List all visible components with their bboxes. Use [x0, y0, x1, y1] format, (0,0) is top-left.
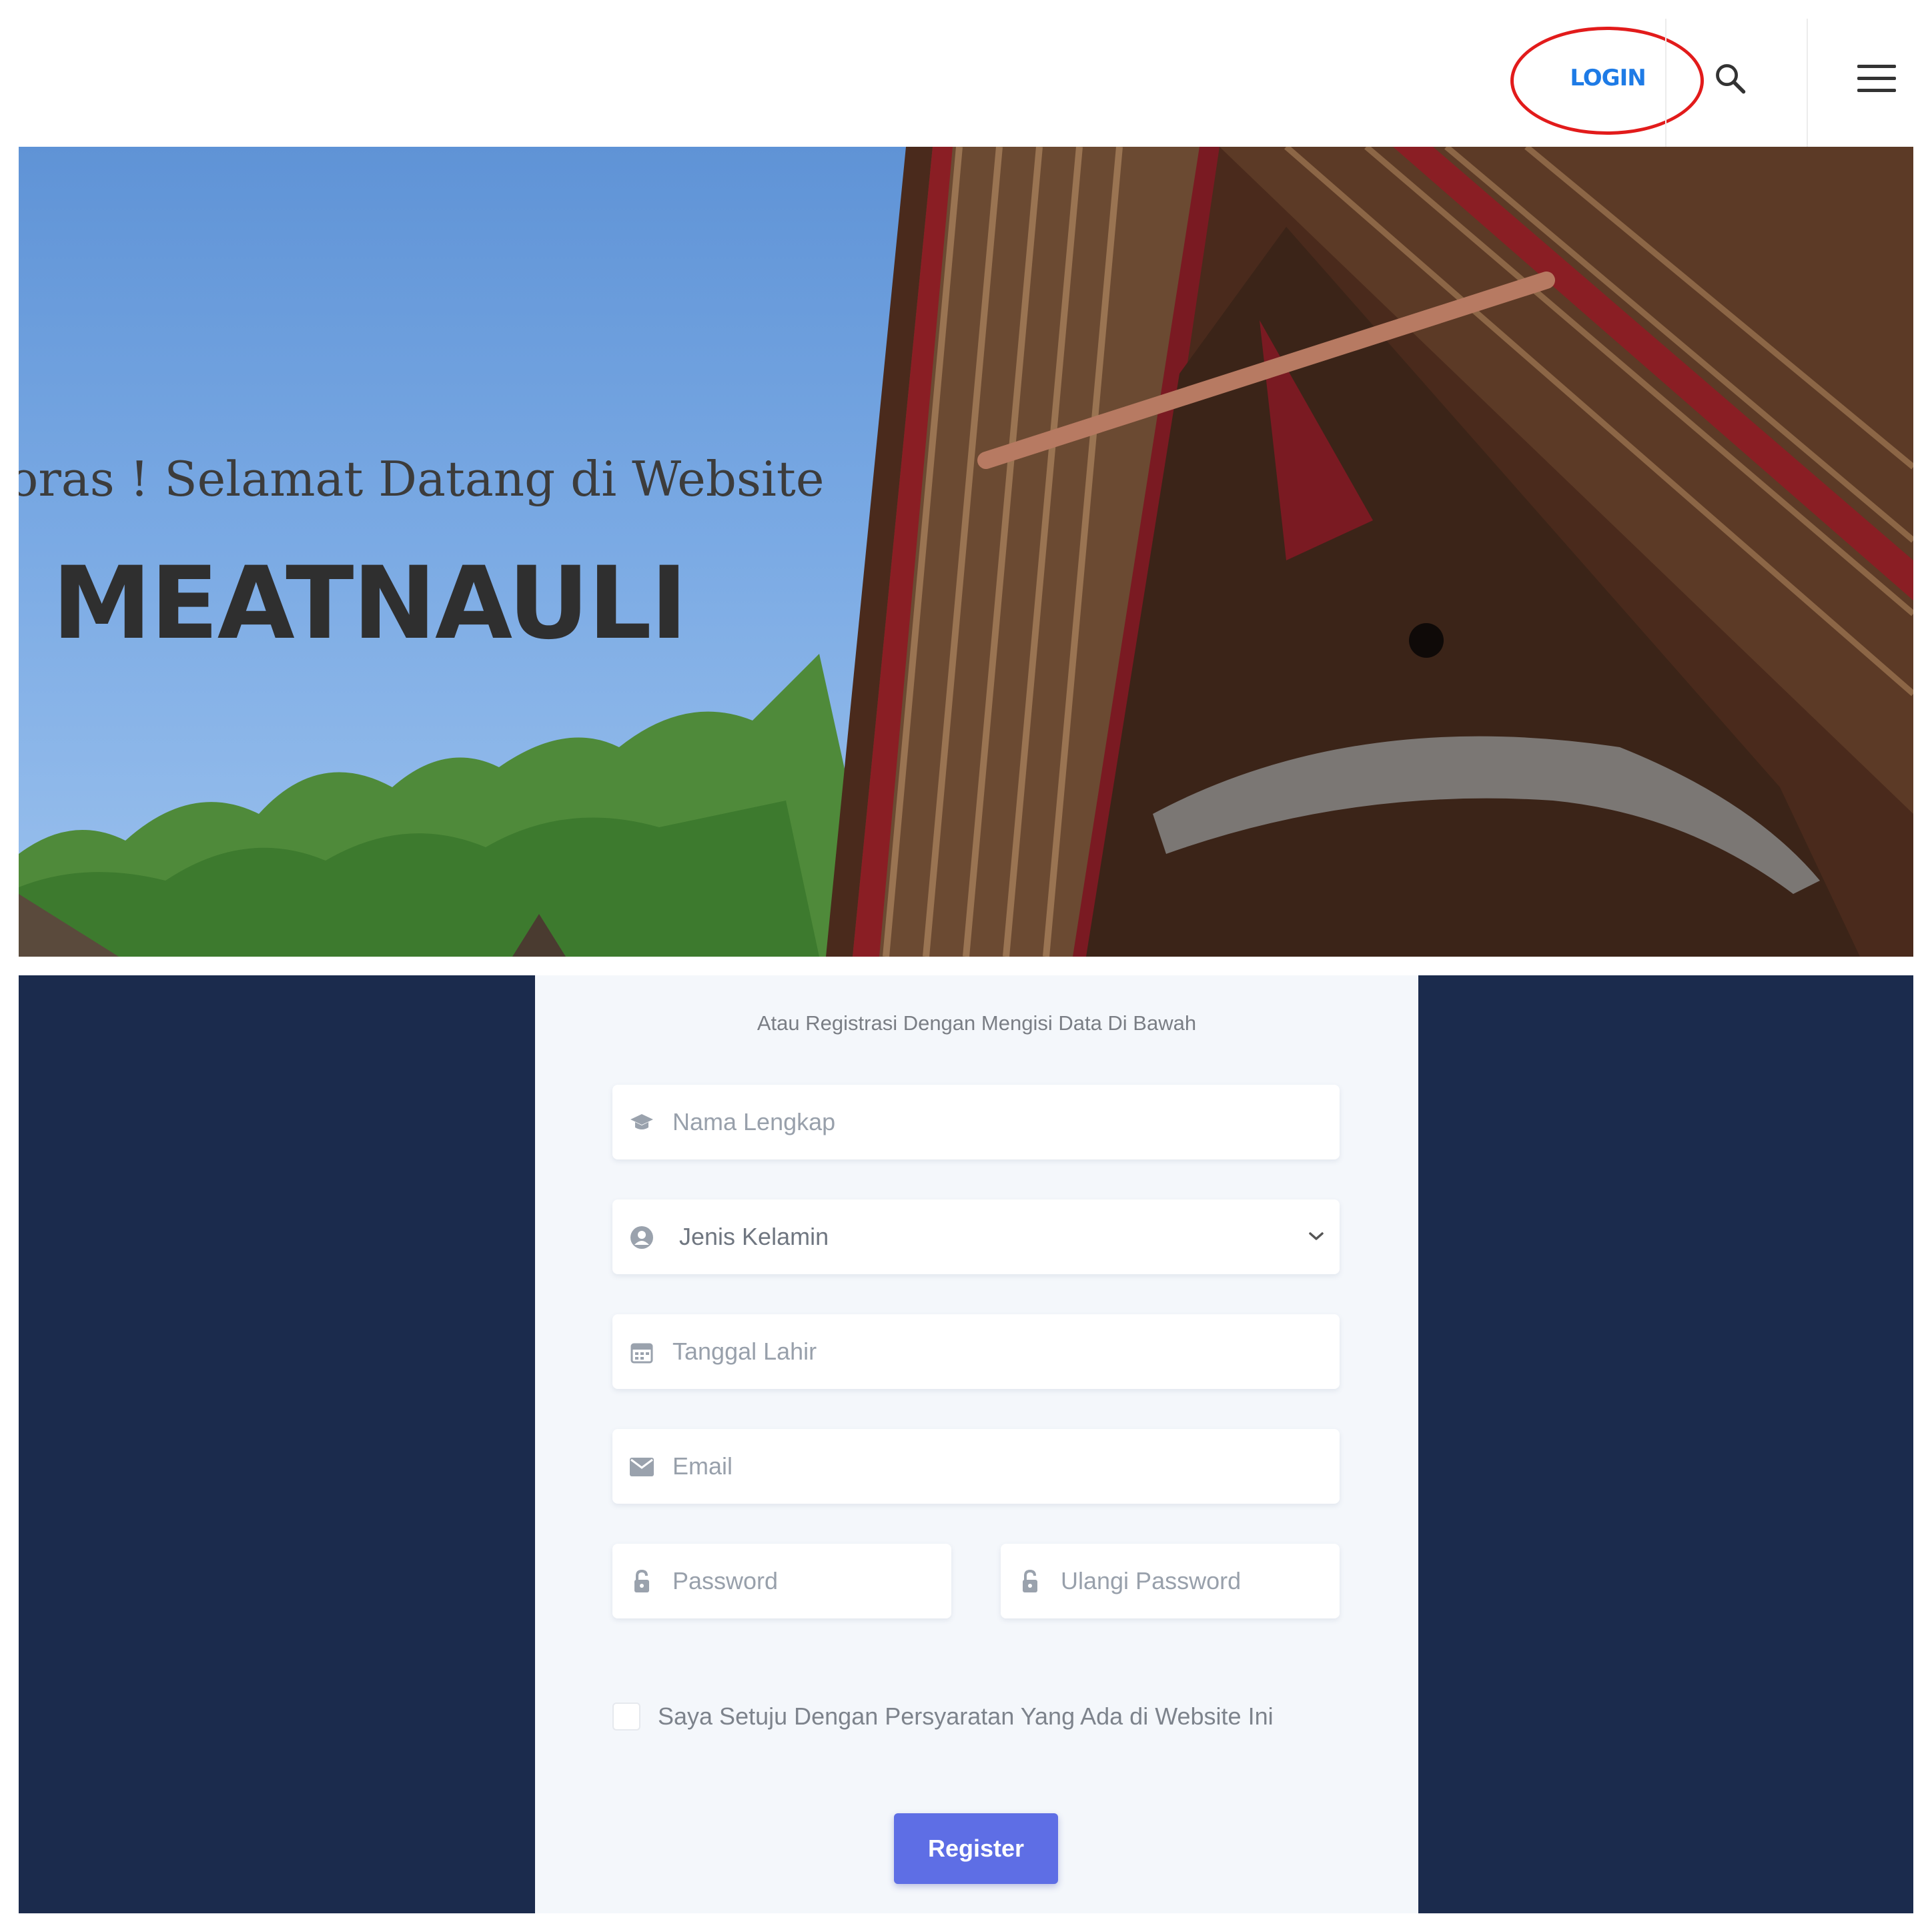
email-placeholder: Email [672, 1452, 733, 1480]
password-placeholder: Password [672, 1567, 779, 1594]
hero-title: MEATNAULI [52, 546, 688, 662]
site-header: LOGIN [0, 0, 1932, 147]
graduation-cap-icon [628, 1110, 655, 1135]
terms-checkbox[interactable] [612, 1703, 640, 1731]
repeat-password-input[interactable]: Ulangi Password [1001, 1544, 1340, 1618]
search-icon [1716, 64, 1746, 94]
hamburger-menu-icon [1857, 65, 1896, 92]
password-input[interactable]: Password [612, 1544, 951, 1618]
chevron-down-icon [1306, 1226, 1326, 1246]
envelope-icon [628, 1454, 655, 1480]
search-button[interactable] [1704, 52, 1757, 105]
register-button[interactable]: Register [894, 1813, 1058, 1884]
menu-button[interactable] [1848, 52, 1905, 105]
hero-banner: oras ! Selamat Datang di Website MEATNAU… [19, 147, 1913, 957]
birth-date-input[interactable]: Tanggal Lahir [612, 1314, 1340, 1389]
full-name-placeholder: Nama Lengkap [672, 1108, 836, 1135]
full-name-input[interactable]: Nama Lengkap [612, 1085, 1340, 1159]
repeat-password-placeholder: Ulangi Password [1061, 1567, 1242, 1594]
header-divider [1665, 19, 1666, 147]
login-link[interactable]: LOGIN [1561, 55, 1654, 101]
lock-open-icon [628, 1569, 655, 1594]
gender-selected-value: Jenis Kelamin [679, 1223, 829, 1250]
gender-select[interactable]: Jenis Kelamin [612, 1199, 1340, 1274]
birth-date-placeholder: Tanggal Lahir [672, 1338, 817, 1365]
lock-open-icon [1017, 1569, 1043, 1594]
hero-subtitle: oras ! Selamat Datang di Website [19, 451, 825, 507]
terms-label[interactable]: Saya Setuju Dengan Persyaratan Yang Ada … [658, 1701, 1274, 1732]
header-divider [1807, 19, 1808, 147]
registration-intro-text: Atau Registrasi Dengan Mengisi Data Di B… [757, 1011, 1197, 1035]
calendar-icon [628, 1340, 655, 1365]
registration-form: Atau Registrasi Dengan Mengisi Data Di B… [535, 975, 1418, 1913]
email-input[interactable]: Email [612, 1429, 1340, 1504]
user-circle-icon [628, 1225, 655, 1250]
